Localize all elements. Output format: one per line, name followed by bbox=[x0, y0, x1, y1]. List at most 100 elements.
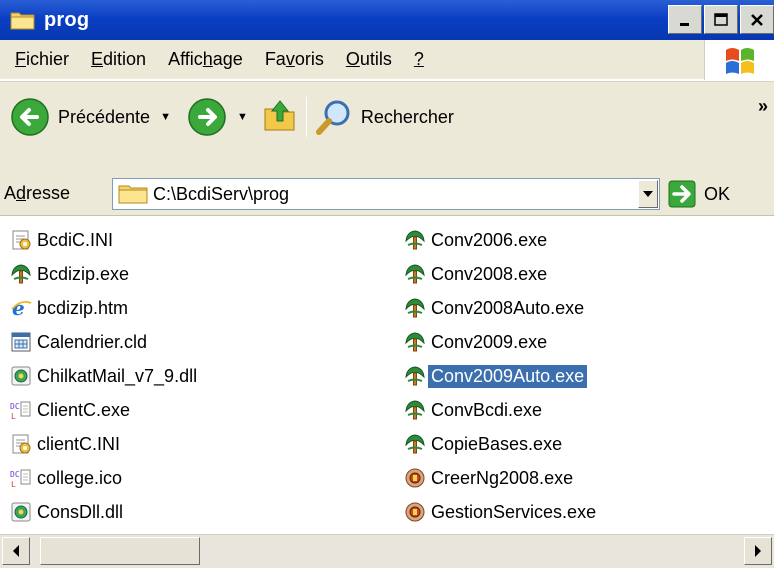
minimize-button[interactable] bbox=[668, 5, 702, 34]
file-item[interactable]: Conv2009Auto.exe bbox=[404, 359, 588, 393]
menu-bar: Fichier Edition Affichage Favoris Outils? bbox=[0, 40, 774, 80]
file-item[interactable]: CreerNg2008.exe bbox=[404, 461, 576, 495]
file-name: ConsDll.dll bbox=[37, 501, 124, 522]
file-item[interactable]: DC L ClientC.exe bbox=[10, 393, 133, 427]
file-name: Conv2006.exe bbox=[431, 229, 548, 250]
file-item[interactable]: ConvBcdi.exe bbox=[404, 393, 545, 427]
file-name: BcdiC.INI bbox=[37, 229, 114, 250]
address-label: Adresse bbox=[4, 183, 71, 203]
folder-up-icon bbox=[264, 99, 295, 130]
menu-item[interactable]: Favoris bbox=[254, 49, 335, 70]
go-button[interactable]: OK bbox=[668, 180, 730, 208]
file-item[interactable]: GestionServices.exe bbox=[404, 495, 599, 529]
search-button[interactable]: Rechercher bbox=[315, 98, 454, 136]
go-arrow-icon bbox=[668, 180, 696, 208]
file-item[interactable]: e bcdizip.htm bbox=[10, 291, 131, 325]
file-item[interactable]: Bcdizip.exe bbox=[10, 257, 132, 291]
menu-item[interactable]: Edition bbox=[80, 49, 157, 70]
bcdi-exe-icon bbox=[404, 263, 426, 285]
minimize-icon bbox=[680, 22, 689, 26]
chevron-down-icon bbox=[643, 191, 653, 197]
file-name: ChilkatMail_v7_9.dll bbox=[37, 365, 198, 386]
toolbar-overflow-chevron[interactable]: » bbox=[758, 96, 768, 117]
maximize-icon bbox=[714, 12, 728, 26]
toolbar-separator bbox=[305, 97, 307, 137]
forward-arrow-icon bbox=[188, 98, 226, 136]
file-item[interactable]: clientC.INI bbox=[10, 427, 123, 461]
setup-exe-icon bbox=[404, 501, 426, 523]
svg-text:L: L bbox=[11, 412, 16, 421]
exe-generic-icon: DC L bbox=[10, 399, 32, 421]
dll-icon bbox=[10, 501, 32, 523]
file-name: Bcdizip.exe bbox=[37, 263, 130, 284]
folder-icon bbox=[10, 12, 35, 30]
file-name: Conv2009.exe bbox=[431, 331, 548, 352]
bcdi-exe-icon bbox=[404, 399, 426, 421]
search-label: Rechercher bbox=[360, 106, 454, 127]
close-button[interactable] bbox=[740, 5, 774, 34]
bcdi-exe-icon bbox=[404, 297, 426, 319]
address-input[interactable]: C:\BcdiServ\prog bbox=[112, 178, 660, 210]
ini-icon bbox=[10, 229, 32, 251]
file-item[interactable]: CopieBases.exe bbox=[404, 427, 565, 461]
bcdi-exe-icon bbox=[10, 263, 32, 285]
file-item[interactable]: ChilkatMail_v7_9.dll bbox=[10, 359, 200, 393]
file-name: CopieBases.exe bbox=[431, 433, 563, 454]
bcdi-exe-icon bbox=[404, 365, 426, 387]
svg-text:L: L bbox=[11, 480, 16, 489]
scroll-right-button[interactable] bbox=[744, 537, 772, 565]
up-folder-button[interactable] bbox=[262, 97, 298, 138]
file-name: Conv2008.exe bbox=[431, 263, 548, 284]
search-icon bbox=[315, 100, 350, 135]
file-item[interactable]: BcdiC.INI bbox=[10, 223, 116, 257]
file-item[interactable]: Conv2008.exe bbox=[404, 257, 550, 291]
go-label: OK bbox=[704, 183, 731, 204]
back-label: Précédente bbox=[58, 106, 151, 127]
file-name: ConvBcdi.exe bbox=[431, 399, 543, 420]
menu-item[interactable]: Fichier bbox=[4, 49, 80, 70]
arrow-right-icon bbox=[755, 545, 761, 557]
dll-icon bbox=[10, 365, 32, 387]
forward-button[interactable]: ▼ bbox=[187, 97, 248, 137]
file-item[interactable]: Conv2006.exe bbox=[404, 223, 550, 257]
maximize-button[interactable] bbox=[704, 5, 738, 34]
folder-icon bbox=[118, 185, 148, 204]
file-item[interactable]: ConsDll.dll bbox=[10, 495, 126, 529]
file-item[interactable]: Calendrier.cld bbox=[10, 325, 150, 359]
exe-generic-icon: DC L bbox=[10, 467, 32, 489]
setup-exe-icon bbox=[404, 467, 426, 489]
file-item[interactable]: DC Lcollege.ico bbox=[10, 461, 125, 495]
menu-item[interactable]: Outils bbox=[335, 49, 403, 70]
horizontal-scrollbar[interactable] bbox=[0, 534, 774, 568]
ini-icon bbox=[10, 433, 32, 455]
back-dropdown-icon[interactable]: ▼ bbox=[160, 111, 171, 123]
scroll-left-button[interactable] bbox=[2, 537, 30, 565]
address-value: C:\BcdiServ\prog bbox=[153, 183, 290, 204]
file-item[interactable]: Conv2008Auto.exe bbox=[404, 291, 587, 325]
file-name: college.ico bbox=[37, 467, 123, 488]
file-list[interactable]: BcdiC.INI Bcdizip.exe e bcdizip.htm Calendri… bbox=[0, 216, 774, 534]
scroll-thumb[interactable] bbox=[40, 537, 200, 565]
file-name: bcdizip.htm bbox=[37, 297, 129, 318]
file-name: clientC.INI bbox=[37, 433, 121, 454]
file-name: Calendrier.cld bbox=[37, 331, 148, 352]
svg-text:DC: DC bbox=[10, 402, 20, 411]
address-dropdown-button[interactable] bbox=[638, 180, 658, 208]
window-title: prog bbox=[44, 8, 90, 31]
svg-text:DC: DC bbox=[10, 470, 20, 479]
calendar-file-icon bbox=[10, 331, 32, 353]
file-name: ClientC.exe bbox=[37, 399, 131, 420]
standard-toolbar: Précédente ▼ ▼ Rechercher » bbox=[0, 81, 774, 173]
title-bar[interactable]: prog bbox=[0, 0, 774, 40]
bcdi-exe-icon bbox=[404, 331, 426, 353]
forward-dropdown-icon[interactable]: ▼ bbox=[237, 111, 248, 123]
back-arrow-icon bbox=[11, 98, 49, 136]
bcdi-exe-icon bbox=[404, 433, 426, 455]
menu-item[interactable]: Affichage bbox=[157, 49, 254, 70]
file-name: Conv2008Auto.exe bbox=[431, 297, 585, 318]
address-bar: Adresse C:\BcdiServ\prog OK bbox=[0, 172, 774, 216]
file-name: CreerNg2008.exe bbox=[431, 467, 574, 488]
menu-item[interactable]: ? bbox=[403, 49, 435, 70]
back-button[interactable]: Précédente ▼ bbox=[10, 97, 171, 137]
file-item[interactable]: Conv2009.exe bbox=[404, 325, 550, 359]
